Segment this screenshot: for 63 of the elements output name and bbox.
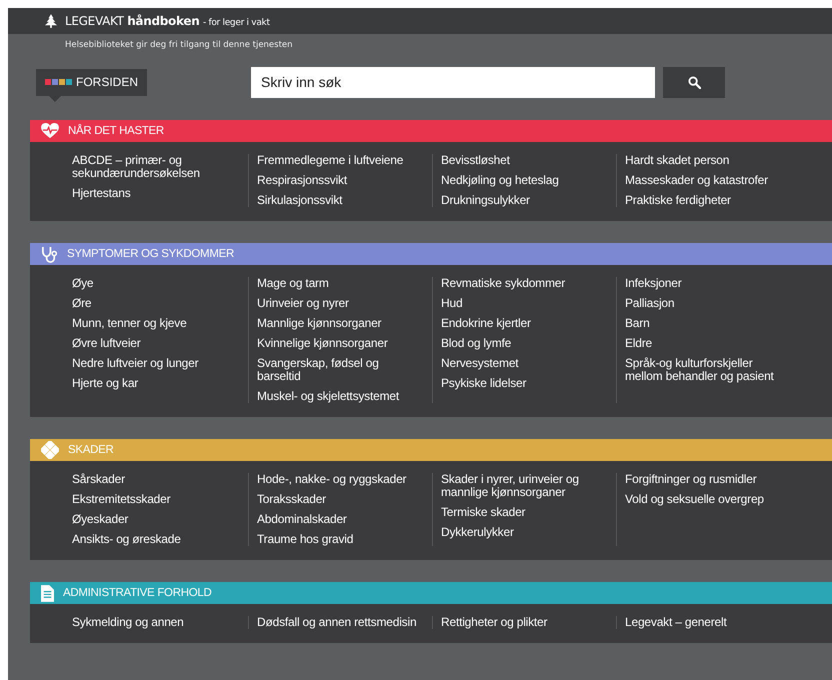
- document-icon: [41, 584, 54, 602]
- topic-link[interactable]: Praktiske ferdigheter: [625, 194, 792, 207]
- topic-link[interactable]: Språk-og kulturforskjeller mellom behandler og pasient: [625, 357, 792, 383]
- topic-link[interactable]: Traume hos gravid: [257, 533, 424, 546]
- tree-icon: [45, 14, 57, 28]
- topic-link[interactable]: Drukningsulykker: [441, 194, 608, 207]
- topic-link[interactable]: Rettigheter og plikter: [441, 616, 608, 629]
- stethoscope-icon: [41, 246, 58, 262]
- topic-link[interactable]: Termiske skader: [441, 506, 608, 519]
- topic-link[interactable]: Masseskader og katastrofer: [625, 174, 792, 187]
- topic-link[interactable]: Barn: [625, 317, 792, 330]
- topic-link[interactable]: Ansikts- og øreskade: [72, 533, 240, 546]
- topic-link[interactable]: Revmatiske sykdommer: [441, 277, 608, 290]
- topic-link[interactable]: Sårskader: [72, 473, 240, 486]
- topic-link[interactable]: Nervesystemet: [441, 357, 608, 370]
- topic-link[interactable]: Øre: [72, 297, 240, 310]
- topic-link[interactable]: Dykkerulykker: [441, 526, 608, 539]
- topic-link[interactable]: Hjerte og kar: [72, 377, 240, 390]
- topic-link[interactable]: Hud: [441, 297, 608, 310]
- topic-link[interactable]: ABCDE – primær- og sekundærundersøkelsen: [72, 154, 240, 180]
- topic-link[interactable]: Munn, tenner og kjeve: [72, 317, 240, 330]
- topic-link[interactable]: Nedkjøling og heteslag: [441, 174, 608, 187]
- bandage-icon: [41, 441, 59, 459]
- topic-link[interactable]: Sirkulasjonssvikt: [257, 194, 424, 207]
- search-icon: [688, 76, 701, 88]
- topic-link[interactable]: Fremmedlegeme i luftveiene: [257, 154, 424, 167]
- topic-link[interactable]: Eldre: [625, 337, 792, 350]
- topic-link[interactable]: Vold og seksuelle overgrep: [625, 493, 792, 506]
- site-title[interactable]: LEGEVAKT håndboken - for leger i vakt: [65, 14, 270, 28]
- search-field[interactable]: Skriv inn søk: [251, 66, 656, 98]
- topic-link[interactable]: Respirasjonssvikt: [257, 174, 424, 187]
- site-subtitle: Helsebiblioteket gir deg fri tilgang til denne tjenesten: [64, 39, 294, 50]
- topic-link[interactable]: Forgiftninger og rusmidler: [625, 473, 792, 486]
- topic-link[interactable]: Psykiske lidelser: [441, 377, 608, 390]
- topic-link[interactable]: Urinveier og nyrer: [257, 297, 424, 310]
- topic-link[interactable]: Øvre luftveier: [72, 337, 240, 350]
- topic-link[interactable]: Endokrine kjertler: [441, 317, 608, 330]
- topic-link[interactable]: Hode-, nakke- og ryggskader: [257, 473, 424, 486]
- topic-link[interactable]: Muskel- og skjelettsystemet: [257, 390, 424, 403]
- topic-link[interactable]: Infeksjoner: [625, 277, 792, 290]
- topic-link[interactable]: Abdominalskader: [257, 513, 424, 526]
- topic-link[interactable]: Sykmelding og annen: [72, 616, 240, 629]
- topic-link[interactable]: Øyeskader: [72, 513, 240, 526]
- squares-icon: [45, 79, 72, 85]
- topic-link[interactable]: Legevakt – generelt: [625, 616, 792, 629]
- topic-link[interactable]: Blod og lymfe: [441, 337, 608, 350]
- heart-icon: [41, 123, 59, 139]
- topic-link[interactable]: Mage og tarm: [257, 277, 424, 290]
- topic-link[interactable]: Kvinnelige kjønnsorganer: [257, 337, 424, 350]
- topic-link[interactable]: Palliasjon: [625, 297, 792, 310]
- search-button[interactable]: [663, 66, 726, 98]
- topic-link[interactable]: Nedre luftveier og lunger: [72, 357, 240, 370]
- topic-link[interactable]: Bevisstløshet: [441, 154, 608, 167]
- section-header[interactable]: NÅR DET HASTER: [30, 120, 832, 142]
- topic-link[interactable]: Ekstremitetsskader: [72, 493, 240, 506]
- topic-link[interactable]: Svangerskap, fødsel og barseltid: [257, 357, 424, 383]
- topic-link[interactable]: Hjertestans: [72, 187, 240, 200]
- topic-link[interactable]: Mannlige kjønnsorganer: [257, 317, 424, 330]
- topic-link[interactable]: Dødsfall og annen rettsmedisin: [257, 616, 424, 629]
- topic-link[interactable]: Toraksskader: [257, 493, 424, 506]
- topic-link[interactable]: Hardt skadet person: [625, 154, 792, 167]
- topic-link[interactable]: Øye: [72, 277, 240, 290]
- topic-link[interactable]: Skader i nyrer, urinveier og mannlige kjønnsorganer: [441, 473, 608, 499]
